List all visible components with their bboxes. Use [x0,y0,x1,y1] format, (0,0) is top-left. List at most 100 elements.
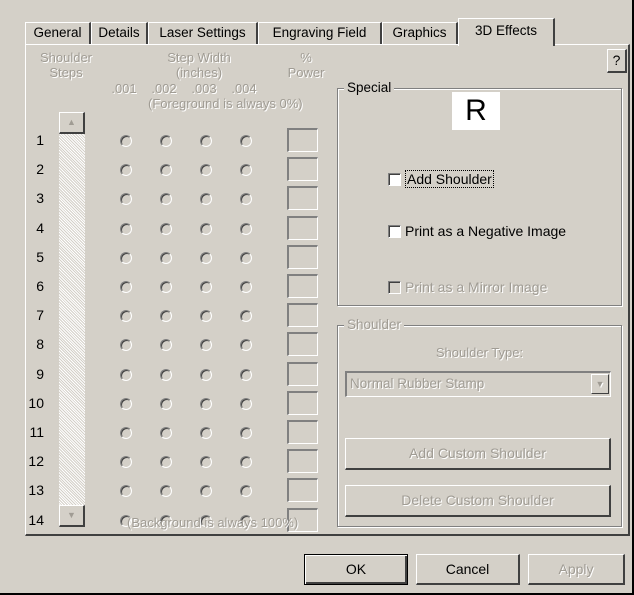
step-width-radio[interactable] [120,427,132,439]
dropdown-arrow-icon[interactable]: ▼ [591,374,609,394]
power-field[interactable] [287,303,318,327]
power-field[interactable] [287,478,318,502]
scroll-up-arrow-icon[interactable]: ▲ [59,112,85,134]
step-width-radio[interactable] [160,281,172,293]
step-width-radio[interactable] [120,369,132,381]
step-width-radio[interactable] [240,223,252,235]
step-width-radio[interactable] [160,456,172,468]
step-row-number: 2 [36,161,44,177]
step-width-radio[interactable] [120,398,132,410]
step-width-radio[interactable] [120,339,132,351]
step-width-radio[interactable] [240,369,252,381]
step-row-number: 3 [36,190,44,206]
step-width-radio[interactable] [120,164,132,176]
step-width-radio[interactable] [240,398,252,410]
delete-custom-shoulder-button[interactable]: Delete Custom Shoulder [345,485,611,517]
print-mirror-label: Print as a Mirror Image [405,279,548,295]
step-width-radio[interactable] [160,485,172,497]
power-field[interactable] [287,362,318,386]
step-width-radio[interactable] [200,281,212,293]
step-width-radio[interactable] [160,398,172,410]
ok-button[interactable]: OK [304,554,408,585]
step-width-radio[interactable] [160,310,172,322]
power-field[interactable] [287,420,318,444]
shoulder-steps-header-line2: Steps [49,65,83,80]
step-width-radio[interactable] [160,164,172,176]
print-negative-checkbox[interactable]: Print as a Negative Image [388,223,566,239]
step-width-radio[interactable] [160,369,172,381]
step-width-radio[interactable] [200,252,212,264]
step-width-header-line2: (inches) [175,65,223,80]
step-width-radio[interactable] [200,223,212,235]
step-width-radio[interactable] [120,281,132,293]
power-field[interactable] [287,216,318,240]
step-width-col-001: .001 [111,81,137,96]
tab-details[interactable]: Details [91,22,148,44]
step-width-radio[interactable] [200,427,212,439]
step-width-radio[interactable] [240,135,252,147]
step-width-radio[interactable] [200,193,212,205]
step-row-number: 13 [28,482,44,498]
step-width-radio[interactable] [120,193,132,205]
shoulder-group-legend: Shoulder [344,317,405,332]
step-width-radio[interactable] [200,369,212,381]
step-width-radio[interactable] [120,456,132,468]
step-width-radio[interactable] [240,310,252,322]
power-field[interactable] [287,332,318,356]
step-width-radio[interactable] [120,252,132,264]
step-width-radio[interactable] [160,427,172,439]
step-width-radio[interactable] [120,485,132,497]
shoulder-steps-scrollbar[interactable]: ▲ ▼ [59,112,85,527]
cancel-button[interactable]: Cancel [416,554,520,585]
tab-engraving-field[interactable]: Engraving Field [258,22,382,44]
step-width-radio[interactable] [240,427,252,439]
step-row-number: 10 [28,395,44,411]
apply-button[interactable]: Apply [528,554,625,585]
step-width-radio[interactable] [160,135,172,147]
print-negative-box[interactable] [388,224,401,238]
step-row-number: 5 [36,249,44,265]
step-width-radio[interactable] [240,485,252,497]
step-width-radio[interactable] [120,310,132,322]
step-width-radio[interactable] [240,164,252,176]
power-field[interactable] [287,157,318,181]
print-mirror-box[interactable] [388,280,401,294]
step-width-radio[interactable] [200,485,212,497]
print-mirror-checkbox[interactable]: Print as a Mirror Image [388,279,547,295]
step-width-radio[interactable] [200,310,212,322]
tab-general[interactable]: General [25,22,91,44]
power-field[interactable] [287,391,318,415]
add-shoulder-box[interactable] [388,172,401,186]
add-custom-shoulder-button[interactable]: Add Custom Shoulder [345,438,611,470]
step-row-number: 1 [36,132,44,148]
tab-laser-settings[interactable]: Laser Settings [148,22,258,44]
scroll-down-arrow-icon[interactable]: ▼ [59,505,85,527]
step-width-radio[interactable] [240,281,252,293]
step-width-radio[interactable] [200,398,212,410]
add-shoulder-checkbox[interactable]: Add Shoulder [388,170,494,188]
power-field[interactable] [287,274,318,298]
power-field[interactable] [287,186,318,210]
step-width-radio[interactable] [160,252,172,264]
step-width-radio[interactable] [240,456,252,468]
power-field[interactable] [287,128,318,152]
step-width-radio[interactable] [200,339,212,351]
step-width-radio[interactable] [240,252,252,264]
properties-dialog: General Details Laser Settings Engraving… [0,0,634,595]
step-width-radio[interactable] [200,135,212,147]
step-width-radio[interactable] [160,193,172,205]
step-width-radio[interactable] [160,339,172,351]
help-button[interactable]: ? [607,49,627,73]
step-width-radio[interactable] [200,456,212,468]
step-width-radio[interactable] [160,223,172,235]
shoulder-type-select[interactable]: Normal Rubber Stamp ▼ [345,371,611,397]
power-field[interactable] [287,245,318,269]
step-width-radio[interactable] [120,135,132,147]
step-width-radio[interactable] [200,164,212,176]
tab-graphics[interactable]: Graphics [382,22,458,44]
step-width-radio[interactable] [240,193,252,205]
step-width-radio[interactable] [120,223,132,235]
step-width-radio[interactable] [240,339,252,351]
power-field[interactable] [287,449,318,473]
tab-3d-effects[interactable]: 3D Effects [458,18,555,46]
